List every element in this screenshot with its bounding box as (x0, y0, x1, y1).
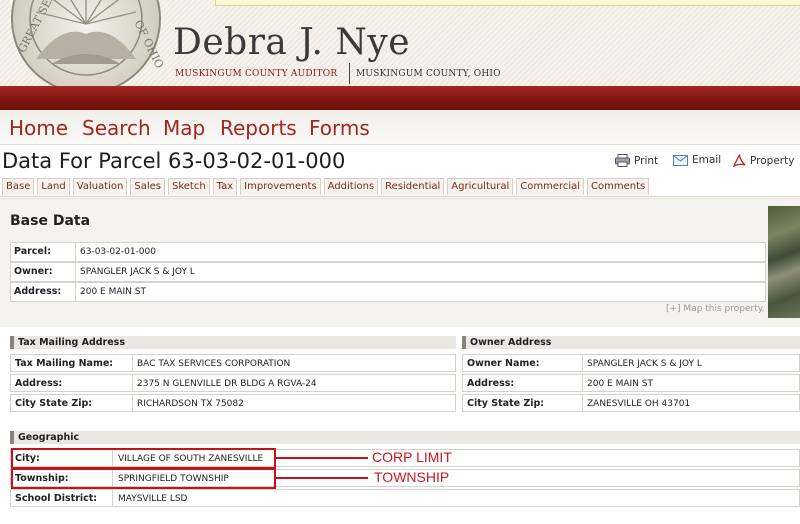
tab-base[interactable]: Base (2, 178, 35, 195)
address-value: 200 E MAIN ST (80, 287, 146, 297)
base-data-title: Base Data (10, 213, 91, 229)
email-label: Email (692, 154, 722, 166)
print-label: Print (634, 154, 659, 167)
notice-strip (215, 0, 800, 6)
owner-address-row: City State Zip: ZANESVILLE OH 43701 (462, 394, 800, 412)
nav-home[interactable]: Home (9, 116, 68, 140)
row-divider (582, 395, 583, 411)
row-divider (112, 490, 113, 506)
printer-icon (615, 154, 630, 167)
email-button[interactable]: Email (673, 154, 721, 166)
tax-mailing-header: Tax Mailing Address (10, 336, 456, 349)
row-label: School District: (15, 493, 98, 504)
row-label: Address: (467, 378, 515, 389)
row-value: SPANGLER JACK S & JOY L (587, 359, 702, 369)
parcel-tabs: Base Land Valuation Sales Sketch Tax Imp… (2, 178, 650, 196)
aerial-photo-thumbnail[interactable] (768, 206, 800, 318)
tab-agricultural[interactable]: Agricultural (447, 178, 514, 195)
tab-tax[interactable]: Tax (212, 178, 238, 195)
tab-valuation[interactable]: Valuation (72, 178, 128, 195)
row-value: BAC TAX SERVICES CORPORATION (137, 359, 291, 369)
page-title: Data For Parcel 63-03-02-01-000 (2, 149, 346, 173)
geographic-row-school: School District: MAYSVILLE LSD (10, 489, 800, 507)
base-label: Address: (14, 286, 62, 297)
corp-limit-callout-line (276, 457, 368, 459)
tax-mailing-row: City State Zip: RICHARDSON TX 75082 (10, 394, 456, 412)
map-this-property-link[interactable]: [+] Map this property. (666, 304, 765, 314)
row-label: Owner Name: (467, 358, 540, 369)
main-nav: Home Search Map Reports Forms (0, 110, 800, 145)
row-divider (75, 243, 76, 261)
auditor-name-title: Debra J. Nye (173, 22, 410, 63)
base-row-address: Address: 200 E MAIN ST (10, 282, 766, 302)
row-label: City State Zip: (467, 398, 545, 409)
parcel-value: 63-03-02-01-000 (80, 247, 156, 257)
tab-residential[interactable]: Residential (381, 178, 445, 195)
tab-commercial[interactable]: Commercial (516, 178, 585, 195)
property-pdf-button[interactable]: Property (733, 154, 794, 168)
base-label: Parcel: (14, 246, 51, 257)
site-header: GREAT SEAL OF OHIO Debra J. Nye MUSKINGU… (0, 0, 800, 94)
row-value: 2375 N GLENVILLE DR BLDG A RGVA-24 (137, 379, 317, 389)
owner-address-header: Owner Address (462, 336, 800, 349)
county-seal-logo: GREAT SEAL OF OHIO (11, 0, 166, 94)
row-label: City State Zip: (15, 398, 93, 409)
owner-address-row: Owner Name: SPANGLER JACK S & JOY L (462, 354, 800, 372)
nav-map[interactable]: Map (163, 116, 205, 140)
subtitle-divider (349, 63, 350, 84)
row-divider (132, 375, 133, 391)
row-divider (75, 263, 76, 281)
pdf-icon (733, 154, 746, 168)
row-value: 200 E MAIN ST (587, 379, 653, 389)
tab-additions[interactable]: Additions (323, 178, 379, 195)
tab-underline (0, 196, 800, 197)
tab-improvements[interactable]: Improvements (240, 178, 321, 195)
school-district-value: MAYSVILLE LSD (118, 494, 188, 504)
owner-address-row: Address: 200 E MAIN ST (462, 374, 800, 392)
auditor-subtitle: MUSKINGUM COUNTY AUDITOR (175, 69, 338, 79)
row-value: RICHARDSON TX 75082 (137, 399, 244, 409)
tab-comments[interactable]: Comments (587, 178, 650, 195)
county-subtitle: MUSKINGUM COUNTY, OHIO (356, 69, 501, 79)
nav-search[interactable]: Search (82, 116, 151, 140)
tab-sketch[interactable]: Sketch (167, 178, 210, 195)
base-label: Owner: (14, 266, 53, 277)
row-divider (132, 395, 133, 411)
row-divider (132, 355, 133, 371)
header-red-bar (0, 86, 800, 110)
nav-forms[interactable]: Forms (309, 116, 370, 140)
owner-value: SPANGLER JACK S & JOY L (80, 267, 195, 277)
tax-mailing-row: Address: 2375 N GLENVILLE DR BLDG A RGVA… (10, 374, 456, 392)
township-annotation: TOWNSHIP (374, 469, 450, 485)
geographic-header: Geographic (10, 431, 800, 444)
row-divider (75, 283, 76, 301)
tab-sales[interactable]: Sales (130, 178, 165, 195)
row-label: Tax Mailing Name: (15, 358, 114, 369)
tab-land[interactable]: Land (37, 178, 70, 195)
row-value: ZANESVILLE OH 43701 (587, 399, 691, 409)
tax-mailing-row: Tax Mailing Name: BAC TAX SERVICES CORPO… (10, 354, 456, 372)
base-row-owner: Owner: SPANGLER JACK S & JOY L (10, 262, 766, 282)
row-divider (582, 355, 583, 371)
corp-limit-annotation: CORP LIMIT (372, 449, 452, 465)
print-button[interactable]: Print (615, 154, 658, 167)
corp-limit-highlight-box (11, 448, 276, 469)
township-highlight-box (11, 468, 276, 489)
property-label: Property (750, 155, 795, 167)
township-callout-line (276, 477, 368, 479)
envelope-icon (673, 154, 688, 166)
base-row-parcel: Parcel: 63-03-02-01-000 (10, 242, 766, 262)
nav-reports[interactable]: Reports (220, 116, 297, 140)
row-label: Address: (15, 378, 63, 389)
row-divider (582, 375, 583, 391)
